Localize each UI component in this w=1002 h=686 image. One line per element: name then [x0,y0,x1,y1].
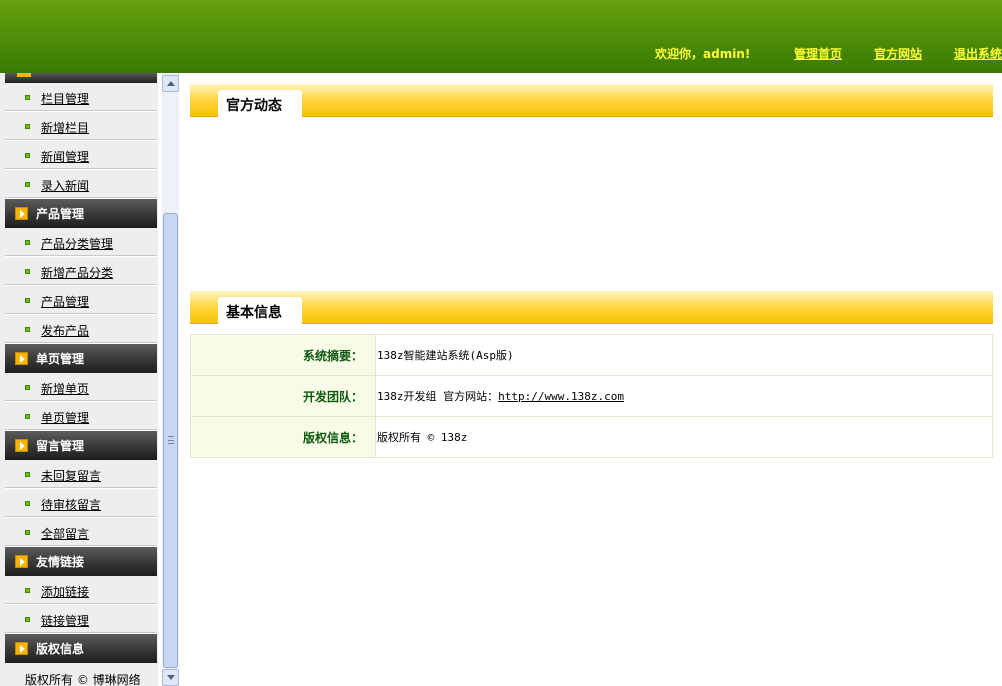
bullet-icon [25,182,30,187]
sidebar-item-add-link[interactable]: 添加链接 [5,576,157,605]
sidebar: 栏目管理 新增栏目 新闻管理 录入新闻 产品管理 产品分类管理 新增产品分类 产… [0,73,158,686]
sidebar-item-label[interactable]: 添加链接 [41,583,89,600]
sidebar-group-title: 留言管理 [36,439,85,453]
official-site-url-link[interactable]: http://www.138z.com [498,390,624,403]
panel-title: 官方动态 [226,98,282,114]
summary-label: 系统摘要： [190,334,376,376]
bullet-icon [25,472,30,477]
sidebar-item-label[interactable]: 栏目管理 [41,90,89,107]
expand-arrow-icon [15,352,28,365]
info-panel-tab: 基本信息 [218,297,302,324]
team-value: 138z开发组 官方网站：http://www.138z.com [375,375,993,417]
sidebar-item-all-messages[interactable]: 全部留言 [5,518,157,547]
official-site-link[interactable]: 官方网站 [874,45,922,62]
bullet-icon [25,240,30,245]
scroll-up-icon[interactable] [162,75,179,92]
table-row: 系统摘要： 138z智能建站系统(Asp版) [190,334,993,376]
sidebar-item-label[interactable]: 新增产品分类 [41,264,113,281]
sidebar-item-add-column[interactable]: 新增栏目 [5,112,157,141]
sidebar-section-header [5,73,157,83]
expand-arrow-icon [15,207,28,220]
sidebar-group-title: 产品管理 [36,207,85,221]
news-panel-tab: 官方动态 [218,90,302,117]
sidebar-group-links[interactable]: 友情链接 [5,547,157,576]
sidebar-item-label[interactable]: 未回复留言 [41,467,101,484]
sidebar-item-label[interactable]: 新增单页 [41,380,89,397]
table-row: 开发团队： 138z开发组 官方网站：http://www.138z.com [190,375,993,417]
sidebar-item-label[interactable]: 产品管理 [41,293,89,310]
sidebar-item-product-manage[interactable]: 产品管理 [5,286,157,315]
expand-arrow-icon [15,439,28,452]
sidebar-item-label[interactable]: 待审核留言 [41,496,101,513]
sidebar-group-pages[interactable]: 单页管理 [5,344,157,373]
sidebar-copyright-text: 版权所有 © 博琳网络 [25,673,141,686]
welcome-text: 欢迎你，admin! [655,47,751,61]
info-panel-header: 基本信息 [190,291,993,324]
summary-value: 138z智能建站系统(Asp版) [375,334,993,376]
sidebar-item-unreplied-messages[interactable]: 未回复留言 [5,460,157,489]
bullet-icon [25,124,30,129]
bullet-icon [25,385,30,390]
sidebar-group-copyright[interactable]: 版权信息 [5,634,157,663]
sidebar-item-label[interactable]: 单页管理 [41,409,89,426]
sidebar-item-label[interactable]: 产品分类管理 [41,235,113,252]
copyright-value: 版权所有 © 138z [375,416,993,458]
basic-info-table: 系统摘要： 138z智能建站系统(Asp版) 开发团队： 138z开发组 官方网… [190,334,993,458]
sidebar-group-title: 友情链接 [36,555,85,569]
bullet-icon [25,95,30,100]
bullet-icon [25,414,30,419]
copyright-label: 版权信息： [190,416,376,458]
admin-home-link[interactable]: 管理首页 [794,45,842,62]
sidebar-footer: 版权所有 © 博琳网络 [5,663,157,686]
bullet-icon [25,530,30,535]
grip-icon [168,436,174,444]
sidebar-item-add-page[interactable]: 新增单页 [5,373,157,402]
bullet-icon [25,501,30,506]
logout-link[interactable]: 退出系统 [954,45,1002,62]
sidebar-item-label[interactable]: 新闻管理 [41,148,89,165]
bullet-icon [25,298,30,303]
top-header: 欢迎你，admin! 管理首页 官方网站 退出系统 [0,0,1002,73]
team-label: 开发团队： [190,375,376,417]
expand-arrow-icon [15,555,28,568]
table-row: 版权信息： 版权所有 © 138z [190,416,993,458]
bullet-icon [25,327,30,332]
scroll-down-icon[interactable] [162,669,179,686]
vertical-scrollbar[interactable] [162,73,179,686]
sidebar-item-news-manage[interactable]: 新闻管理 [5,141,157,170]
sidebar-item-publish-product[interactable]: 发布产品 [5,315,157,344]
expand-arrow-icon [17,73,31,77]
bullet-icon [25,617,30,622]
sidebar-item-add-news[interactable]: 录入新闻 [5,170,157,199]
sidebar-item-label[interactable]: 链接管理 [41,612,89,629]
sidebar-menu: 栏目管理 新增栏目 新闻管理 录入新闻 产品管理 产品分类管理 新增产品分类 产… [5,83,157,686]
sidebar-item-label[interactable]: 全部留言 [41,525,89,542]
sidebar-item-product-category-manage[interactable]: 产品分类管理 [5,228,157,257]
sidebar-item-label[interactable]: 新增栏目 [41,119,89,136]
news-panel-header: 官方动态 [190,84,993,117]
sidebar-group-title: 单页管理 [36,352,85,366]
bullet-icon [25,588,30,593]
team-prefix: 138z开发组 官方网站： [377,390,499,403]
sidebar-item-page-manage[interactable]: 单页管理 [5,402,157,431]
bullet-icon [25,269,30,274]
sidebar-item-label[interactable]: 发布产品 [41,322,89,339]
sidebar-item-label[interactable]: 录入新闻 [41,177,89,194]
scrollbar-thumb[interactable] [163,213,178,668]
sidebar-group-title: 版权信息 [36,642,85,656]
panel-title: 基本信息 [226,305,282,321]
sidebar-group-products[interactable]: 产品管理 [5,199,157,228]
sidebar-item-link-manage[interactable]: 链接管理 [5,605,157,634]
sidebar-item-column-manage[interactable]: 栏目管理 [5,83,157,112]
expand-arrow-icon [15,642,28,655]
sidebar-item-pending-messages[interactable]: 待审核留言 [5,489,157,518]
sidebar-group-messages[interactable]: 留言管理 [5,431,157,460]
bullet-icon [25,153,30,158]
sidebar-item-add-product-category[interactable]: 新增产品分类 [5,257,157,286]
